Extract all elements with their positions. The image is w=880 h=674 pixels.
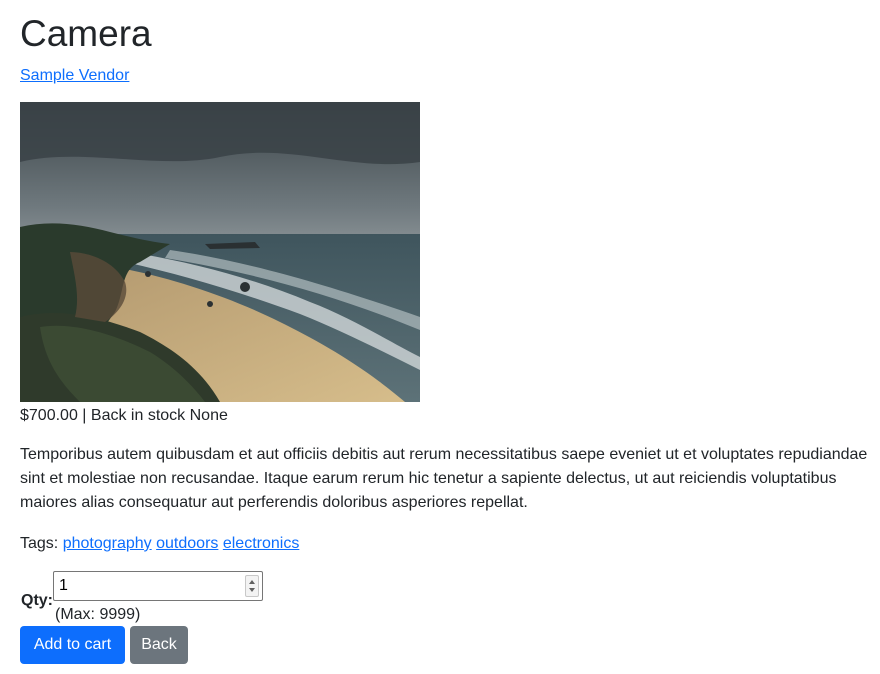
tag-link-photography[interactable]: photography [63, 535, 152, 552]
price: $700.00 [20, 407, 78, 424]
tag-link-electronics[interactable]: electronics [223, 535, 299, 552]
product-page: Camera Sample Vendor $700.00 | Back in s… [0, 0, 880, 674]
add-to-cart-button[interactable]: Add to cart [20, 626, 125, 664]
tags-label: Tags: [20, 535, 59, 552]
product-description: Temporibus autem quibusdam et aut offici… [20, 446, 868, 511]
back-button[interactable]: Back [130, 626, 188, 664]
quantity-input[interactable]: 1 [53, 571, 263, 601]
quantity-max-note: (Max: 9999) [55, 606, 141, 623]
tags-row: Tags: photography outdoors electronics [20, 533, 299, 555]
tag-link-outdoors[interactable]: outdoors [156, 535, 218, 552]
stepper-down-icon[interactable] [249, 588, 255, 592]
vendor-link[interactable]: Sample Vendor [20, 65, 129, 87]
page-title: Camera [20, 13, 152, 54]
qty-label: Qty: [21, 592, 53, 609]
quantity-value: 1 [59, 577, 68, 594]
price-stock-line: $700.00 | Back in stock None [20, 405, 228, 427]
separator: | [82, 407, 87, 424]
product-image [20, 102, 420, 402]
stock-status: Back in stock None [90, 407, 228, 424]
quantity-stepper[interactable] [245, 575, 259, 597]
stepper-up-icon[interactable] [249, 580, 255, 584]
